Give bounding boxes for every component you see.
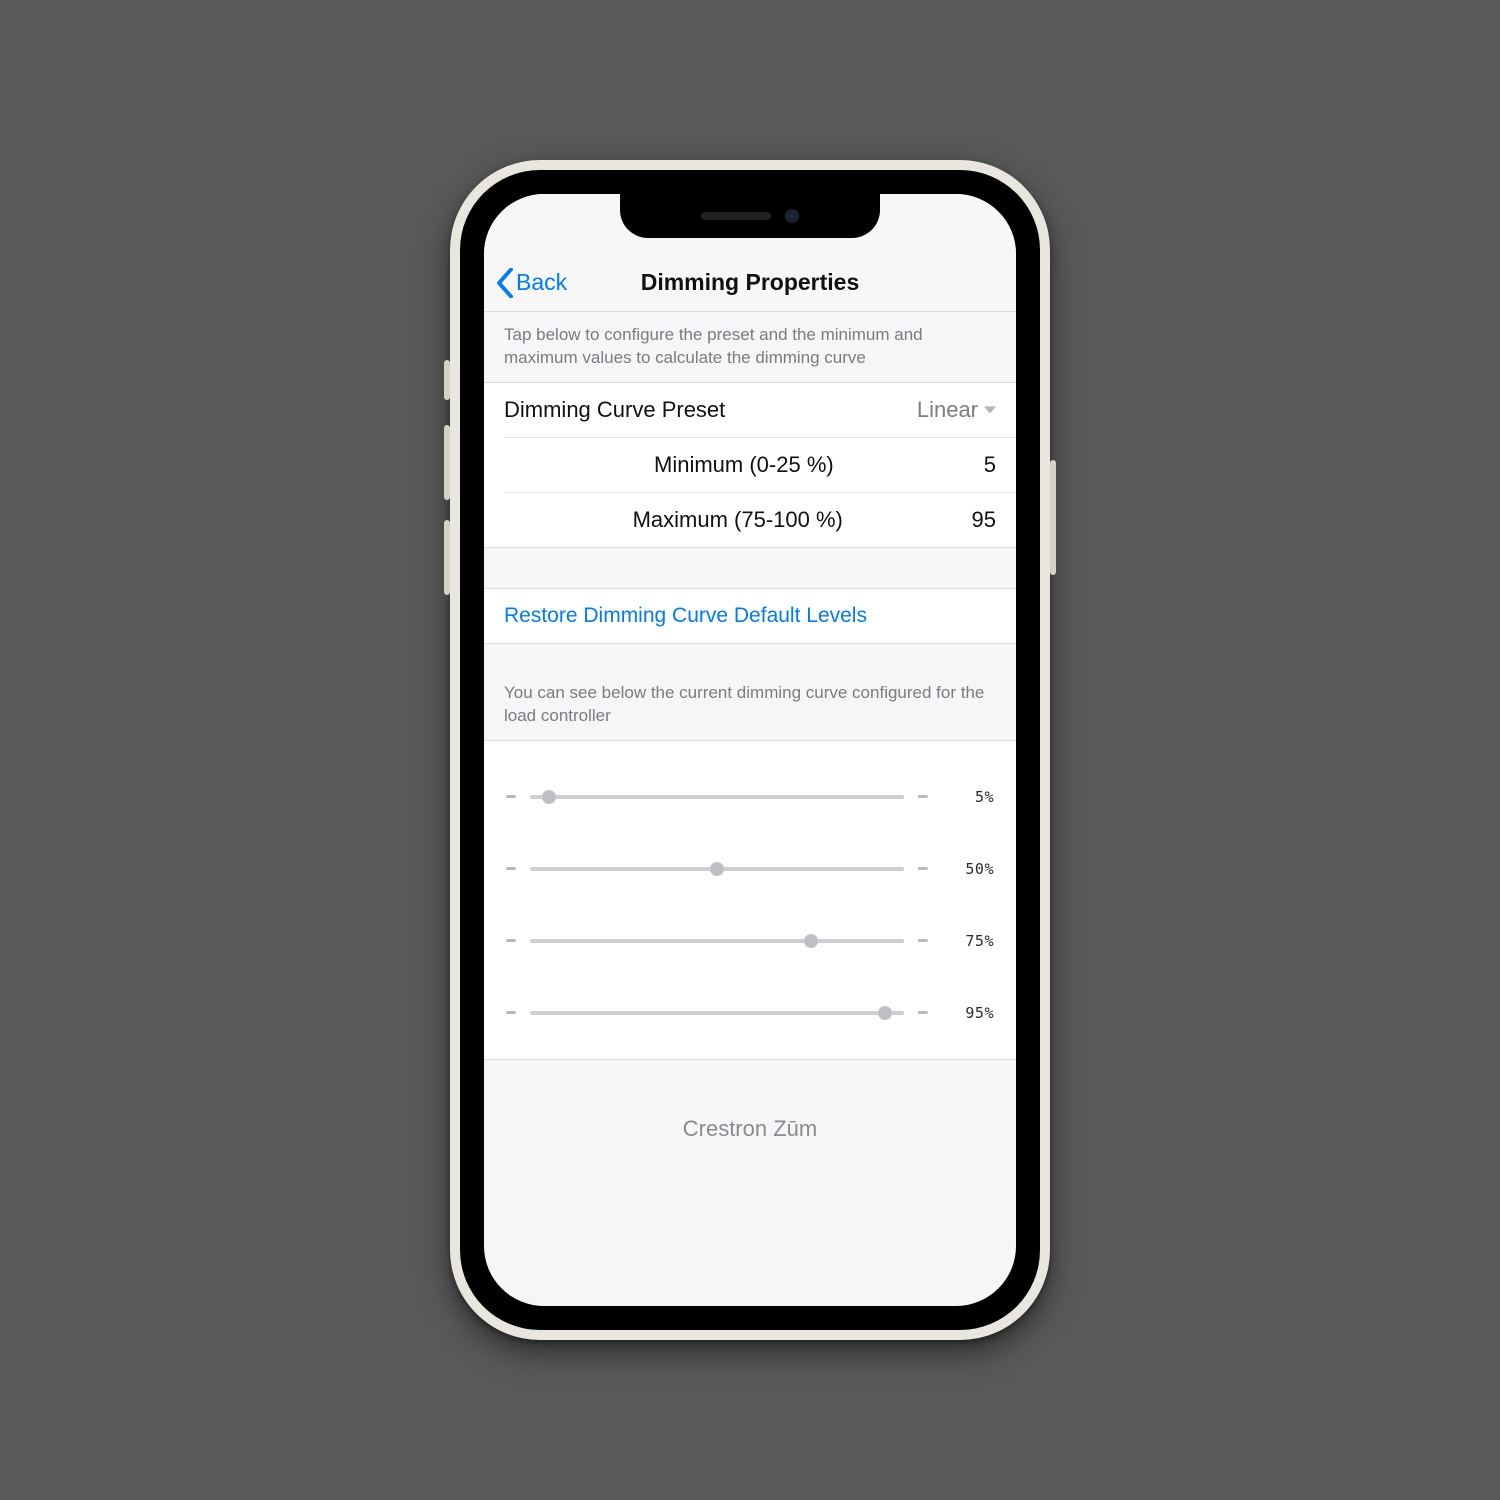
row-maximum[interactable]: Maximum (75-100 %) 95 (504, 492, 1016, 547)
footer-brand: Crestron Zūm (484, 1090, 1016, 1182)
volume-up-button (444, 425, 450, 500)
slider-min-tick (506, 795, 516, 798)
slider-row[interactable]: 75% (506, 905, 994, 977)
slider-value-label: 5% (942, 788, 994, 806)
slider-row[interactable]: 5% (506, 761, 994, 833)
section-hint-bottom: You can see below the current dimming cu… (484, 670, 1016, 740)
mute-switch (444, 360, 450, 400)
row-minimum-value: 5 (984, 452, 996, 478)
restore-defaults-button[interactable]: Restore Dimming Curve Default Levels (484, 588, 1016, 644)
nav-bar: Back Dimming Properties (484, 254, 1016, 312)
slider-max-tick (918, 1011, 928, 1014)
slider-track[interactable] (530, 939, 904, 943)
slider-max-tick (918, 795, 928, 798)
slider-thumb[interactable] (710, 862, 724, 876)
slider-value-label: 50% (942, 860, 994, 878)
phone-frame: Back Dimming Properties Tap below to con… (450, 160, 1050, 1340)
caret-down-icon (984, 404, 996, 416)
row-preset-value: Linear (917, 397, 996, 423)
page-title: Dimming Properties (641, 269, 860, 296)
slider-min-tick (506, 867, 516, 870)
slider-thumb[interactable] (878, 1006, 892, 1020)
slider-row[interactable]: 95% (506, 977, 994, 1049)
settings-group: Dimming Curve Preset Linear Minimum (0-2… (484, 382, 1016, 548)
section-hint-top: Tap below to configure the preset and th… (484, 312, 1016, 382)
speaker-grille (701, 212, 771, 220)
restore-defaults-label: Restore Dimming Curve Default Levels (504, 604, 867, 627)
slider-max-tick (918, 939, 928, 942)
back-label: Back (516, 269, 567, 296)
volume-down-button (444, 520, 450, 595)
notch (620, 194, 880, 238)
slider-track[interactable] (530, 1011, 904, 1015)
screen: Back Dimming Properties Tap below to con… (484, 194, 1016, 1306)
slider-thumb[interactable] (804, 934, 818, 948)
slider-max-tick (918, 867, 928, 870)
slider-thumb[interactable] (542, 790, 556, 804)
row-preset[interactable]: Dimming Curve Preset Linear (484, 383, 1016, 437)
front-camera (785, 209, 799, 223)
power-button (1050, 460, 1056, 575)
slider-row[interactable]: 50% (506, 833, 994, 905)
chevron-left-icon (496, 268, 514, 298)
row-maximum-label: Maximum (75-100 %) (633, 507, 843, 533)
slider-value-label: 95% (942, 1004, 994, 1022)
row-maximum-value: 95 (972, 507, 996, 533)
back-button[interactable]: Back (496, 254, 567, 311)
slider-min-tick (506, 1011, 516, 1014)
row-preset-label: Dimming Curve Preset (504, 397, 725, 423)
slider-min-tick (506, 939, 516, 942)
slider-track[interactable] (530, 867, 904, 871)
row-minimum-label: Minimum (0-25 %) (654, 452, 834, 478)
row-minimum[interactable]: Minimum (0-25 %) 5 (504, 437, 1016, 492)
slider-track[interactable] (530, 795, 904, 799)
slider-value-label: 75% (942, 932, 994, 950)
slider-card: 5% 50% 75% 95% (484, 740, 1016, 1060)
